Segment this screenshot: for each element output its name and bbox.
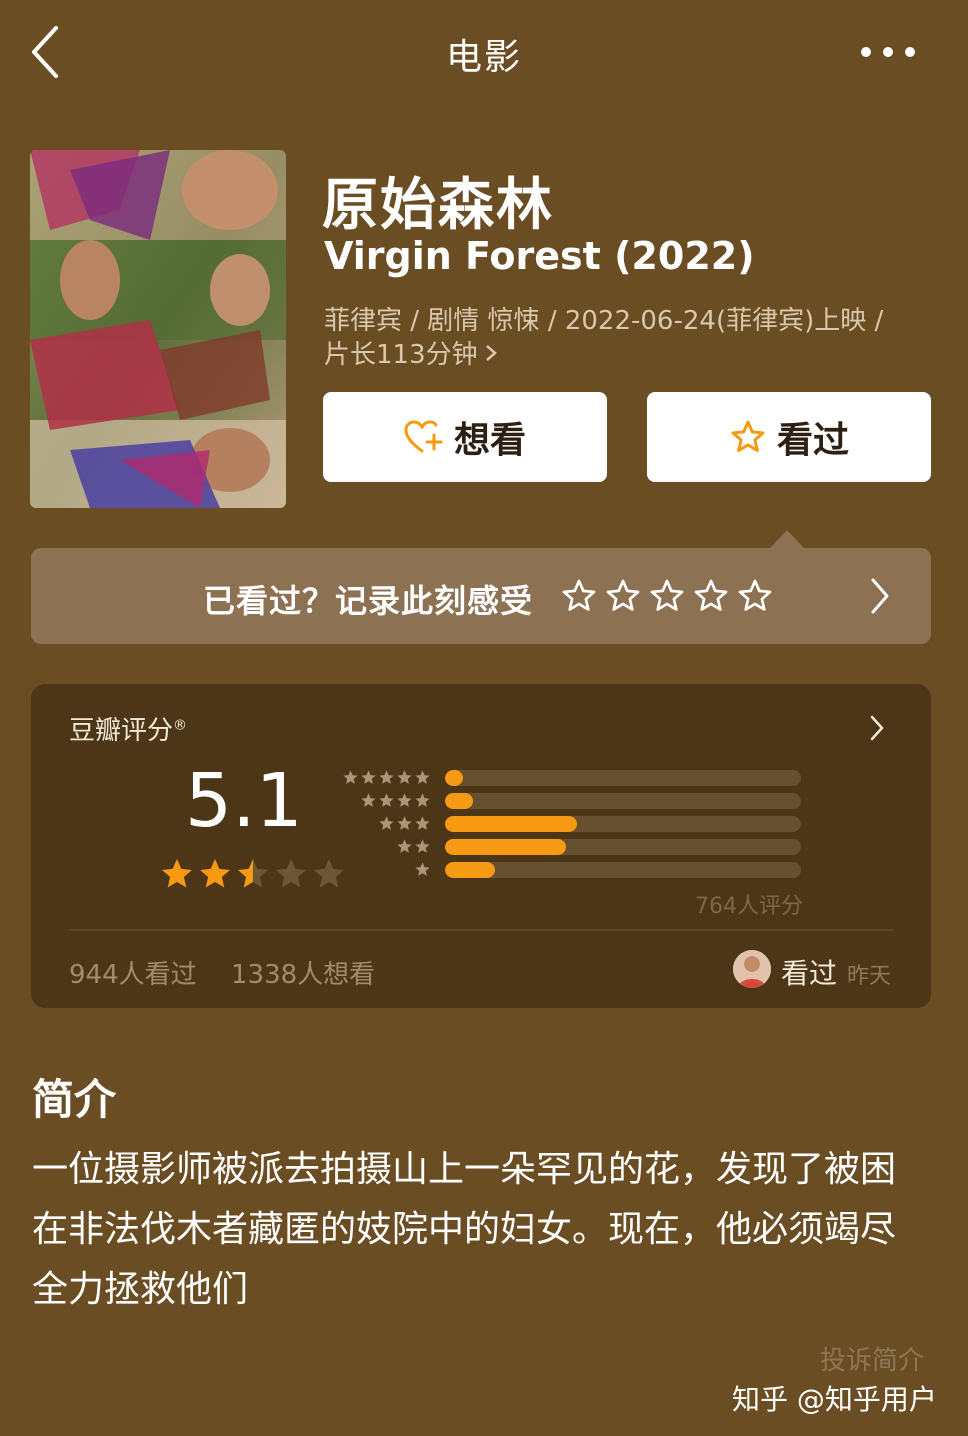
record-star-icon[interactable] — [737, 578, 773, 614]
record-caret — [770, 530, 804, 548]
movie-title-en: Virgin Forest (2022) — [324, 234, 755, 278]
distribution-stars — [396, 838, 431, 855]
heart-plus-icon — [404, 420, 443, 453]
small-star-icon — [397, 770, 412, 784]
small-star-icon — [361, 793, 376, 807]
distribution-bar — [445, 770, 463, 786]
small-star-icon — [343, 770, 358, 784]
record-feeling-row[interactable]: 已看过？记录此刻感受 — [31, 548, 931, 644]
rating-distribution — [331, 768, 811, 883]
wish-count[interactable]: 1338人想看 — [231, 954, 375, 991]
movie-poster[interactable] — [30, 150, 286, 508]
rating-star-icon — [238, 859, 268, 888]
chevron-right-icon[interactable] — [869, 714, 885, 746]
watched-count[interactable]: 944人看过 — [69, 954, 197, 991]
small-star-icon — [397, 793, 412, 807]
record-star-icon[interactable] — [649, 578, 685, 614]
rating-card[interactable]: 豆瓣评分® 5.1 764人评分 944人看过 1338人想看 看过 昨天 — [31, 684, 931, 1008]
want-label: 想看 — [453, 420, 526, 461]
rating-star-icon — [276, 859, 306, 888]
small-star-icon — [415, 793, 430, 807]
distribution-stars — [342, 769, 431, 786]
report-intro-link[interactable]: 投诉简介 — [820, 1340, 924, 1377]
avatar[interactable] — [733, 950, 771, 988]
chevron-right-icon — [869, 576, 891, 620]
more-dots-icon — [861, 47, 915, 57]
poster-image — [30, 150, 286, 508]
seen-button[interactable]: 看过 — [647, 392, 931, 482]
small-star-icon — [415, 862, 430, 876]
small-star-icon — [361, 770, 376, 784]
distribution-stars — [414, 861, 431, 878]
record-star-icon[interactable] — [605, 578, 641, 614]
distribution-bar — [445, 816, 577, 832]
small-star-icon — [379, 770, 394, 784]
small-star-icon — [397, 839, 412, 853]
distribution-track — [445, 816, 801, 832]
small-star-icon — [397, 816, 412, 830]
movie-title-cn: 原始森林 — [322, 173, 554, 238]
record-prompt: 已看过？记录此刻感受 — [203, 582, 534, 620]
distribution-stars — [378, 815, 431, 832]
more-button[interactable] — [856, 34, 926, 70]
rating-stars — [159, 856, 347, 892]
record-star-icon[interactable] — [561, 578, 597, 614]
intro-heading: 简介 — [32, 1075, 117, 1124]
small-star-icon — [415, 816, 430, 830]
distribution-track — [445, 839, 801, 855]
rating-distribution-row — [331, 768, 811, 791]
rating-distribution-row — [331, 791, 811, 814]
watermark: 知乎 @知乎用户 — [732, 1383, 937, 1416]
small-star-icon — [415, 839, 430, 853]
record-stars[interactable] — [561, 578, 773, 614]
small-star-icon — [415, 770, 430, 784]
divider — [69, 929, 893, 931]
movie-meta[interactable]: 菲律宾 / 剧情 惊悚 / 2022-06-24(菲律宾)上映 / 片长113分… — [324, 304, 934, 372]
rating-distribution-row — [331, 814, 811, 837]
movie-meta-line1: 菲律宾 / 剧情 惊悚 / 2022-06-24(菲律宾)上映 / — [324, 306, 884, 336]
distribution-track — [445, 770, 801, 786]
rating-count: 764人评分 — [695, 894, 803, 919]
rating-distribution-row — [331, 837, 811, 860]
distribution-bar — [445, 839, 567, 855]
distribution-bar — [445, 793, 474, 809]
distribution-bar — [445, 862, 495, 878]
page-title: 电影 — [445, 37, 522, 78]
movie-meta-line2: 片长113分钟 — [324, 340, 478, 370]
record-star-icon[interactable] — [693, 578, 729, 614]
rating-star-icon — [200, 859, 230, 888]
star-outline-icon — [731, 420, 765, 452]
small-star-icon — [379, 793, 394, 807]
friend-activity-time: 昨天 — [847, 964, 892, 989]
rating-score: 5.1 — [185, 758, 303, 844]
want-to-watch-button[interactable]: 想看 — [323, 392, 607, 482]
distribution-track — [445, 793, 801, 809]
intro-body: 一位摄影师被派去拍摄山上一朵罕见的花，发现了被困在非法伐木者藏匿的妓院中的妇女。… — [32, 1149, 897, 1310]
seen-label: 看过 — [776, 420, 849, 461]
rating-distribution-row — [331, 860, 811, 883]
distribution-stars — [360, 792, 431, 809]
rating-label: 豆瓣评分® — [69, 716, 188, 746]
friend-activity[interactable]: 看过 — [781, 952, 837, 992]
rating-star-icon — [162, 859, 192, 888]
distribution-track — [445, 862, 801, 878]
small-star-icon — [379, 816, 394, 830]
chevron-right-icon — [484, 338, 498, 372]
